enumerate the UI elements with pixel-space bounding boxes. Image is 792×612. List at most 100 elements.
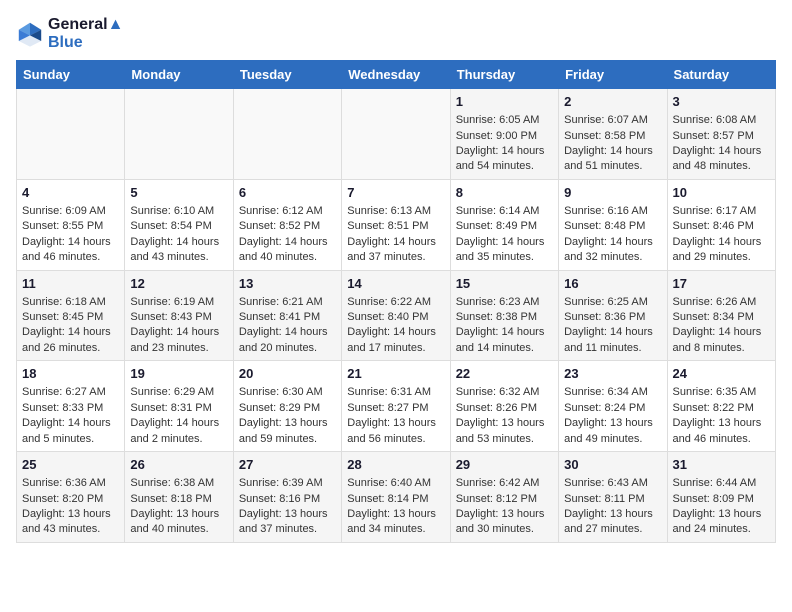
- day-info: Daylight: 13 hours: [22, 507, 119, 522]
- day-info: Daylight: 13 hours: [130, 507, 227, 522]
- day-info: and 53 minutes.: [456, 432, 553, 447]
- day-info: Sunset: 8:11 PM: [564, 492, 661, 507]
- day-info: and 8 minutes.: [673, 341, 770, 356]
- day-cell: 17Sunrise: 6:26 AMSunset: 8:34 PMDayligh…: [667, 270, 775, 361]
- day-info: and 34 minutes.: [347, 522, 444, 537]
- day-number: 1: [456, 93, 553, 111]
- day-info: Daylight: 14 hours: [239, 325, 336, 340]
- day-info: Sunrise: 6:43 AM: [564, 476, 661, 491]
- week-row-5: 25Sunrise: 6:36 AMSunset: 8:20 PMDayligh…: [17, 452, 776, 543]
- day-number: 29: [456, 456, 553, 474]
- day-info: Sunset: 8:54 PM: [130, 219, 227, 234]
- day-cell: [342, 89, 450, 180]
- day-info: and 46 minutes.: [22, 250, 119, 265]
- day-info: Daylight: 14 hours: [130, 416, 227, 431]
- day-info: Sunset: 8:55 PM: [22, 219, 119, 234]
- day-info: Sunrise: 6:26 AM: [673, 295, 770, 310]
- day-info: Sunset: 8:29 PM: [239, 401, 336, 416]
- day-number: 6: [239, 184, 336, 202]
- day-info: Sunset: 8:46 PM: [673, 219, 770, 234]
- day-info: Daylight: 13 hours: [456, 416, 553, 431]
- day-info: and 24 minutes.: [673, 522, 770, 537]
- day-cell: 27Sunrise: 6:39 AMSunset: 8:16 PMDayligh…: [233, 452, 341, 543]
- day-cell: 26Sunrise: 6:38 AMSunset: 8:18 PMDayligh…: [125, 452, 233, 543]
- logo: General▲ Blue: [16, 16, 123, 52]
- day-info: Sunrise: 6:29 AM: [130, 385, 227, 400]
- day-info: Daylight: 13 hours: [456, 507, 553, 522]
- day-info: Sunset: 8:51 PM: [347, 219, 444, 234]
- day-info: and 20 minutes.: [239, 341, 336, 356]
- day-cell: 14Sunrise: 6:22 AMSunset: 8:40 PMDayligh…: [342, 270, 450, 361]
- day-number: 16: [564, 275, 661, 293]
- day-info: Sunset: 8:09 PM: [673, 492, 770, 507]
- day-info: Sunset: 8:14 PM: [347, 492, 444, 507]
- day-info: Sunrise: 6:25 AM: [564, 295, 661, 310]
- day-info: and 2 minutes.: [130, 432, 227, 447]
- day-cell: 6Sunrise: 6:12 AMSunset: 8:52 PMDaylight…: [233, 179, 341, 270]
- day-info: Daylight: 14 hours: [22, 325, 119, 340]
- day-info: and 40 minutes.: [130, 522, 227, 537]
- day-info: and 46 minutes.: [673, 432, 770, 447]
- day-info: Daylight: 13 hours: [673, 416, 770, 431]
- day-info: and 27 minutes.: [564, 522, 661, 537]
- day-info: and 37 minutes.: [239, 522, 336, 537]
- day-info: and 30 minutes.: [456, 522, 553, 537]
- day-number: 30: [564, 456, 661, 474]
- day-number: 15: [456, 275, 553, 293]
- logo-icon: [16, 20, 44, 48]
- day-number: 3: [673, 93, 770, 111]
- day-info: and 40 minutes.: [239, 250, 336, 265]
- day-cell: 28Sunrise: 6:40 AMSunset: 8:14 PMDayligh…: [342, 452, 450, 543]
- day-info: and 48 minutes.: [673, 159, 770, 174]
- day-number: 10: [673, 184, 770, 202]
- day-cell: 22Sunrise: 6:32 AMSunset: 8:26 PMDayligh…: [450, 361, 558, 452]
- day-info: Sunrise: 6:10 AM: [130, 204, 227, 219]
- day-info: Daylight: 14 hours: [130, 325, 227, 340]
- day-info: Sunrise: 6:34 AM: [564, 385, 661, 400]
- day-info: and 5 minutes.: [22, 432, 119, 447]
- column-header-sunday: Sunday: [17, 61, 125, 89]
- day-info: Daylight: 14 hours: [456, 325, 553, 340]
- day-info: and 37 minutes.: [347, 250, 444, 265]
- day-info: Sunset: 8:18 PM: [130, 492, 227, 507]
- day-info: Sunset: 8:43 PM: [130, 310, 227, 325]
- day-info: Sunrise: 6:39 AM: [239, 476, 336, 491]
- day-info: Daylight: 14 hours: [564, 144, 661, 159]
- day-info: Sunrise: 6:13 AM: [347, 204, 444, 219]
- header-row: SundayMondayTuesdayWednesdayThursdayFrid…: [17, 61, 776, 89]
- day-cell: 1Sunrise: 6:05 AMSunset: 9:00 PMDaylight…: [450, 89, 558, 180]
- day-number: 17: [673, 275, 770, 293]
- day-info: Daylight: 14 hours: [130, 235, 227, 250]
- day-cell: 2Sunrise: 6:07 AMSunset: 8:58 PMDaylight…: [559, 89, 667, 180]
- day-info: Sunrise: 6:21 AM: [239, 295, 336, 310]
- day-cell: 25Sunrise: 6:36 AMSunset: 8:20 PMDayligh…: [17, 452, 125, 543]
- day-cell: 11Sunrise: 6:18 AMSunset: 8:45 PMDayligh…: [17, 270, 125, 361]
- day-info: and 49 minutes.: [564, 432, 661, 447]
- day-number: 28: [347, 456, 444, 474]
- day-cell: 29Sunrise: 6:42 AMSunset: 8:12 PMDayligh…: [450, 452, 558, 543]
- day-info: and 51 minutes.: [564, 159, 661, 174]
- day-number: 7: [347, 184, 444, 202]
- day-info: Daylight: 14 hours: [673, 325, 770, 340]
- day-number: 23: [564, 365, 661, 383]
- page-header: General▲ Blue: [16, 16, 776, 52]
- day-number: 31: [673, 456, 770, 474]
- day-number: 22: [456, 365, 553, 383]
- day-number: 4: [22, 184, 119, 202]
- column-header-tuesday: Tuesday: [233, 61, 341, 89]
- day-cell: [233, 89, 341, 180]
- day-info: Sunset: 8:36 PM: [564, 310, 661, 325]
- day-info: Sunset: 8:20 PM: [22, 492, 119, 507]
- day-info: and 14 minutes.: [456, 341, 553, 356]
- day-info: Sunrise: 6:42 AM: [456, 476, 553, 491]
- day-number: 19: [130, 365, 227, 383]
- day-info: and 11 minutes.: [564, 341, 661, 356]
- day-info: Sunrise: 6:23 AM: [456, 295, 553, 310]
- day-info: and 23 minutes.: [130, 341, 227, 356]
- day-info: Daylight: 13 hours: [239, 416, 336, 431]
- day-info: Sunrise: 6:14 AM: [456, 204, 553, 219]
- day-info: Sunrise: 6:40 AM: [347, 476, 444, 491]
- day-number: 9: [564, 184, 661, 202]
- day-cell: 7Sunrise: 6:13 AMSunset: 8:51 PMDaylight…: [342, 179, 450, 270]
- day-info: Sunrise: 6:32 AM: [456, 385, 553, 400]
